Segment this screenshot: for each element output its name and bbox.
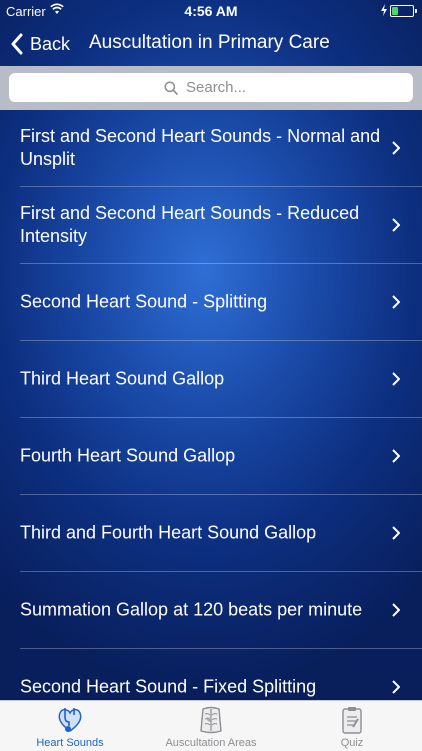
list-item-label: Summation Gallop at 120 beats per minute <box>20 599 363 620</box>
search-bar <box>0 66 422 110</box>
list-item[interactable]: Second Heart Sound - Splitting <box>20 264 422 341</box>
heart-stethoscope-icon <box>58 708 82 732</box>
list-item-label: First and Second Heart Sounds - Reduced … <box>20 203 360 246</box>
tab-label: Heart Sounds <box>36 737 104 749</box>
list-item[interactable]: Fourth Heart Sound Gallop <box>20 418 422 495</box>
chevron-right-icon <box>392 372 400 386</box>
status-time: 4:56 AM <box>184 3 238 19</box>
tab-auscultation-areas[interactable]: Auscultation Areas <box>141 701 281 751</box>
heart-sounds-list: First and Second Heart Sounds - Normal a… <box>0 110 422 700</box>
battery-icon <box>390 5 417 17</box>
chevron-right-icon <box>392 218 400 232</box>
chevron-right-icon <box>392 603 400 617</box>
list-item[interactable]: Third Heart Sound Gallop <box>20 341 422 418</box>
search-input[interactable] <box>184 78 258 97</box>
chevron-right-icon <box>392 141 400 155</box>
search-icon <box>164 80 178 95</box>
list-item[interactable]: Third and Fourth Heart Sound Gallop <box>20 495 422 572</box>
list-item[interactable]: First and Second Heart Sounds - Normal a… <box>20 110 422 187</box>
back-button[interactable]: Back <box>10 30 70 58</box>
status-bar: Carrier 4:56 AM <box>0 0 422 22</box>
list-item-label: Fourth Heart Sound Gallop <box>20 445 236 466</box>
list-item-label: Third Heart Sound Gallop <box>20 368 225 389</box>
navigation-bar: Back Auscultation in Primary Care <box>0 22 422 66</box>
list-item-label: Third and Fourth Heart Sound Gallop <box>20 522 317 543</box>
chevron-right-icon <box>392 295 400 309</box>
search-field[interactable] <box>9 73 413 102</box>
chest-icon <box>200 706 222 734</box>
chevron-right-icon <box>392 449 400 463</box>
chevron-right-icon <box>392 680 400 694</box>
list-item-label: Second Heart Sound - Fixed Splitting <box>20 676 317 697</box>
back-label: Back <box>30 33 71 54</box>
clipboard-icon <box>342 707 362 734</box>
charging-icon <box>381 4 387 16</box>
tab-label: Auscultation Areas <box>165 737 257 749</box>
tab-heart-sounds[interactable]: Heart Sounds <box>0 701 140 751</box>
list-item[interactable]: First and Second Heart Sounds - Reduced … <box>20 187 422 264</box>
list-item[interactable]: Summation Gallop at 120 beats per minute <box>20 572 422 649</box>
tab-quiz[interactable]: Quiz <box>282 701 422 751</box>
tab-label: Quiz <box>340 737 364 749</box>
chevron-left-icon <box>11 33 23 55</box>
list-item-label: First and Second Heart Sounds - Normal a… <box>20 126 381 169</box>
list-item-label: Second Heart Sound - Splitting <box>20 291 268 312</box>
page-title: Auscultation in Primary Care <box>89 32 330 53</box>
chevron-right-icon <box>392 526 400 540</box>
tab-bar: Heart Sounds Auscultation Areas Quiz <box>0 700 422 751</box>
list-item[interactable]: Second Heart Sound - Fixed Splitting <box>20 649 422 700</box>
